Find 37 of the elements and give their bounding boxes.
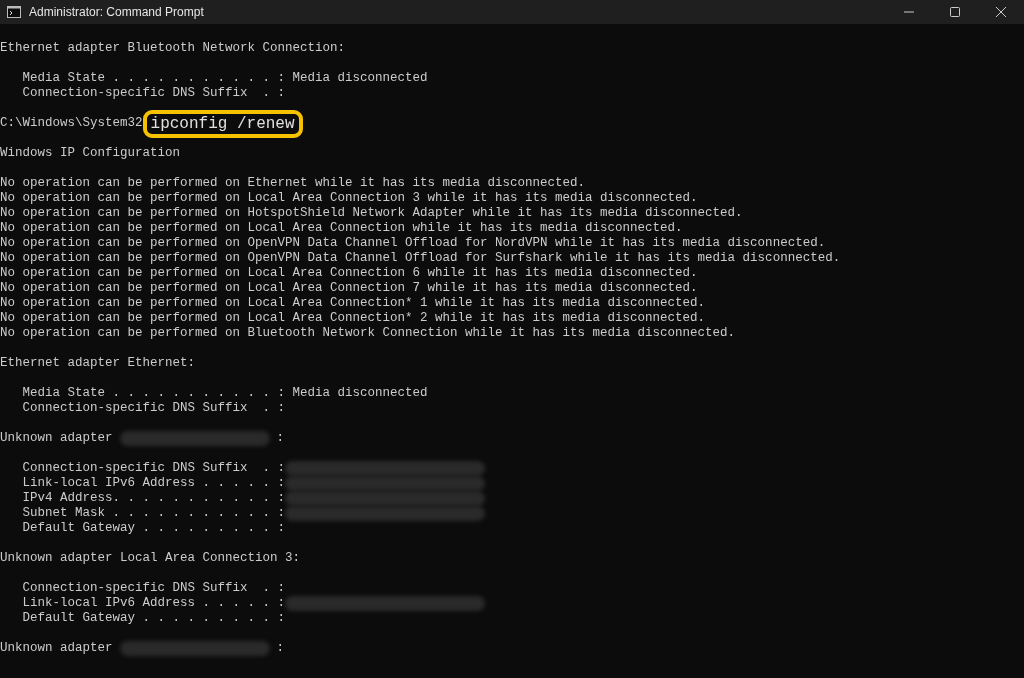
console-text: Link-local IPv6 Address . . . . . : — [21, 596, 286, 611]
console-text: Unknown adapter Local Area Connection 3: — [0, 551, 301, 565]
console-text: No operation can be performed on Bluetooth Network Connection while it has its media disconnected. — [0, 326, 736, 340]
console-text: Media State . . . . . . . . . . . : Media disconnected — [21, 71, 428, 85]
close-icon — [996, 7, 1006, 17]
console-text: Media State . . . . . . . . . . . : Media disconnected — [21, 386, 428, 400]
console-text: Connection-specific DNS Suffix . : — [21, 401, 286, 415]
prompt-text: C:\Windows\System32 — [0, 116, 143, 131]
console-text: No operation can be performed on Local Area Connection 3 while it has its media disconnected. — [0, 191, 698, 205]
console-text: No operation can be performed on Local Area Connection* 2 while it has its media disconnected. — [0, 311, 706, 325]
console-text: Connection-specific DNS Suffix . : — [21, 581, 286, 595]
console-text: Windows IP Configuration — [0, 146, 181, 160]
window-title: Administrator: Command Prompt — [29, 4, 204, 21]
console-text: Default Gateway . . . . . . . . . : — [21, 611, 286, 625]
console-text: Subnet Mask . . . . . . . . . . . : — [21, 506, 286, 521]
console-text: No operation can be performed on OpenVPN Data Channel Offload for Surfshark while it has its media disconnected. — [0, 251, 841, 265]
console-text: Ethernet adapter Ethernet: — [0, 356, 196, 370]
console-text: : — [276, 431, 285, 446]
console-text: Link-local IPv6 Address . . . . . : — [21, 476, 286, 491]
console-text: Connection-specific DNS Suffix . : — [21, 461, 286, 476]
command-text: ipconfig /renew — [142, 109, 303, 138]
console-text: No operation can be performed on Local Area Connection 6 while it has its media disconnected. — [0, 266, 698, 280]
console-text: No operation can be performed on HotspotShield Network Adapter while it has its media disconnected. — [0, 206, 743, 220]
console-text: Unknown adapter — [0, 431, 113, 446]
console-text: No operation can be performed on Local Area Connection 7 while it has its media disconnected. — [0, 281, 698, 295]
console-text: No operation can be performed on Local Area Connection while it has its media disconnected. — [0, 221, 683, 235]
console-text: : — [276, 641, 285, 656]
console-text: No operation can be performed on Ethernet while it has its media disconnected. — [0, 176, 586, 190]
console-text: Default Gateway . . . . . . . . . : — [21, 521, 286, 535]
console-text: Connection-specific DNS Suffix . : — [21, 86, 286, 100]
console-text: Unknown adapter — [0, 641, 113, 656]
console-text: No operation can be performed on OpenVPN Data Channel Offload for NordVPN while it has its media disconnected. — [0, 236, 826, 250]
maximize-icon — [950, 7, 960, 17]
console-text: No operation can be performed on Local Area Connection* 1 while it has its media disconnected. — [0, 296, 706, 310]
console-text: Ethernet adapter Bluetooth Network Connection: — [0, 41, 346, 55]
console-icon — [7, 6, 21, 18]
console-text: IPv4 Address. . . . . . . . . . . : — [21, 491, 286, 506]
